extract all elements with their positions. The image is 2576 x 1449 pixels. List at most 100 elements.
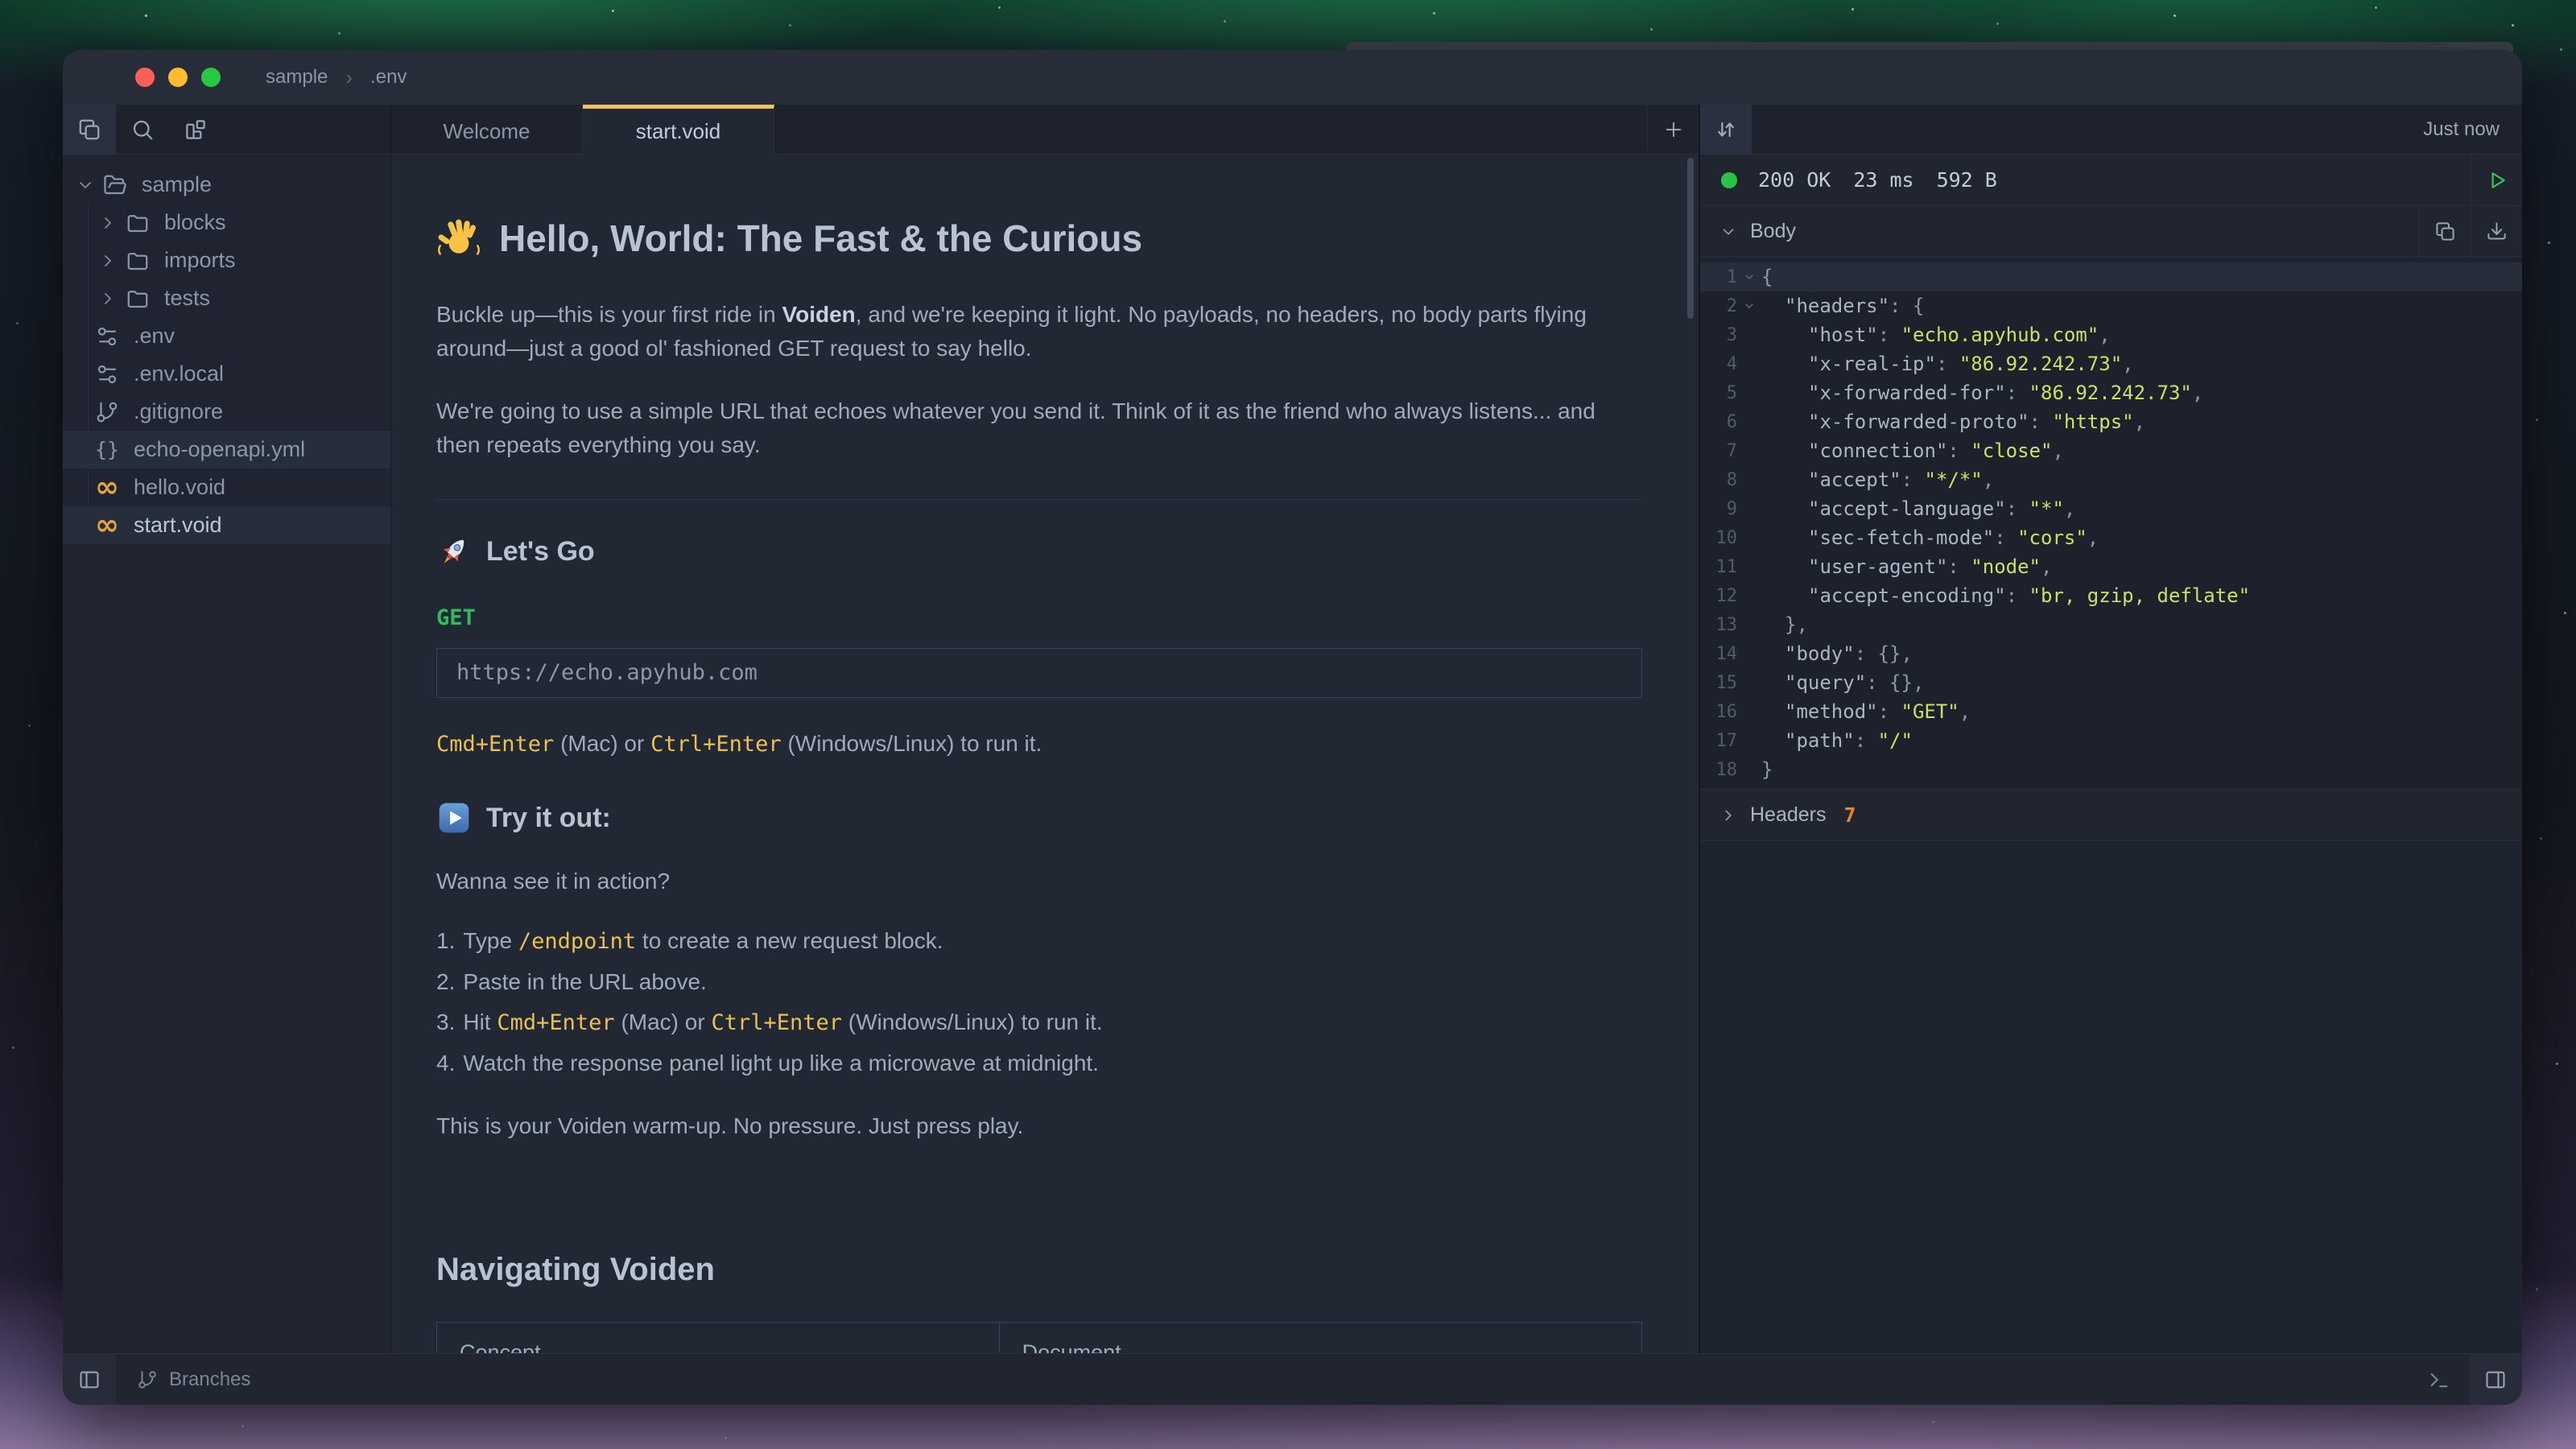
sidebar-left-icon [78, 1368, 101, 1391]
code-text: "connection": "close", [1761, 440, 2064, 462]
text-run: (Mac) or [554, 731, 650, 756]
line-number: 13 [1700, 615, 1737, 635]
code-text: "sec-fetch-mode": "cors", [1761, 526, 2099, 549]
tree-item--gitignore[interactable]: .gitignore [63, 393, 390, 431]
step-2: 2. Paste in the URL above. [436, 965, 1642, 999]
chevron-down-icon[interactable] [76, 175, 95, 195]
chevron-right-icon[interactable] [98, 213, 118, 233]
tree-item--env[interactable]: .env [63, 317, 390, 355]
toggle-right-panel-button[interactable] [2469, 1354, 2522, 1405]
step-text: Paste in the URL above. [463, 965, 706, 999]
tree-item--env-local[interactable]: .env.local [63, 355, 390, 393]
files-icon [77, 118, 101, 142]
table-header-concept: Concept [437, 1323, 1000, 1354]
run-request-button[interactable] [2471, 155, 2522, 205]
request-url-value: https://echo.apyhub.com [456, 656, 758, 690]
terminal-button[interactable] [2409, 1354, 2469, 1405]
waving-hand-emoji-icon [436, 216, 481, 261]
text-run: Paste in the URL above. [463, 969, 706, 994]
response-timestamp: Just now [2423, 118, 2522, 141]
line-number: 14 [1700, 644, 1737, 664]
tabbar-spacer [774, 105, 1647, 154]
headers-section-header[interactable]: Headers 7 [1700, 790, 2522, 841]
doc-paragraph-2: We're going to use a simple URL that ech… [436, 394, 1642, 462]
fold-toggle-icon[interactable] [1737, 270, 1761, 283]
tab-start-void[interactable]: start.void [583, 105, 774, 155]
code-text: }, [1761, 613, 1808, 636]
activity-blocks-button[interactable] [169, 105, 222, 154]
response-empty-area [1700, 841, 2522, 1353]
sliders-icon [95, 324, 119, 349]
tree-item-label: start.void [134, 513, 222, 538]
request-url-field[interactable]: https://echo.apyhub.com [436, 648, 1642, 698]
swap-panels-button[interactable] [1700, 105, 1752, 154]
code-text: { [1761, 266, 1773, 288]
activity-bar [63, 105, 390, 155]
tree-item-hello-void[interactable]: ∞hello.void [63, 469, 390, 506]
download-icon [2486, 221, 2508, 242]
tree-item-imports[interactable]: imports [63, 242, 390, 279]
copy-body-button[interactable] [2419, 206, 2471, 257]
text-run: (Mac) or [615, 1009, 712, 1034]
code-line-15: 15"query": {}, [1700, 668, 2522, 697]
response-body-code[interactable]: 1{2"headers": {3"host": "echo.apyhub.com… [1700, 258, 2522, 790]
chevron-right-icon[interactable] [98, 251, 118, 270]
lets-go-heading: Let's Go [436, 534, 1642, 569]
tree-item-tests[interactable]: tests [63, 279, 390, 317]
chevron-right-icon[interactable] [98, 289, 118, 308]
status-time: 23 ms [1853, 168, 1913, 192]
tree-item-sample[interactable]: sample [63, 166, 390, 204]
sliders-icon [95, 362, 119, 386]
text-run: to create a new request block. [636, 928, 943, 953]
tree-item-label: hello.void [134, 475, 225, 500]
close-window-button[interactable] [135, 68, 155, 87]
branches-button[interactable]: Branches [137, 1354, 250, 1405]
sort-arrows-icon [1715, 118, 1737, 141]
code-text: "headers": { [1761, 295, 1924, 317]
line-number: 15 [1700, 673, 1737, 693]
inline-code: Ctrl+Enter [711, 1010, 842, 1035]
tree-item-label: blocks [164, 210, 226, 235]
body-section-header[interactable]: Body [1700, 206, 2522, 258]
code-text: "x-forwarded-for": "86.92.242.73", [1761, 382, 2203, 404]
wanna-see-text: Wanna see it in action? [436, 865, 1642, 898]
editor-scrollbar-thumb[interactable] [1687, 158, 1694, 319]
text-run: Type [463, 928, 518, 953]
activity-files-button[interactable] [63, 105, 116, 154]
tree-item-start-void[interactable]: ∞start.void [63, 506, 390, 544]
editor-pane: Welcomestart.void [390, 105, 1699, 1353]
code-text: "accept-language": "*", [1761, 497, 2075, 520]
download-body-button[interactable] [2471, 206, 2522, 257]
zoom-window-button[interactable] [201, 68, 221, 87]
line-number: 8 [1700, 470, 1737, 490]
status-code: 200 OK [1758, 168, 1831, 192]
document-editor[interactable]: Hello, World: The Fast & the Curious Buc… [391, 155, 1699, 1353]
code-text: "path": "/" [1761, 729, 1913, 752]
blocks-icon [184, 118, 208, 142]
tree-item-blocks[interactable]: blocks [63, 204, 390, 242]
code-text: "accept-encoding": "br, gzip, deflate" [1761, 584, 2250, 607]
code-line-3: 3"host": "echo.apyhub.com", [1700, 320, 2522, 349]
branches-label: Branches [169, 1368, 250, 1391]
breadcrumb-file[interactable]: .env [370, 66, 407, 89]
toggle-sidebar-button[interactable] [63, 1354, 116, 1405]
step-number: 4. [436, 1046, 455, 1080]
headers-count-badge: 7 [1844, 803, 1856, 827]
new-tab-button[interactable] [1647, 105, 1699, 154]
minimize-window-button[interactable] [168, 68, 188, 87]
tree-item-label: tests [164, 286, 210, 311]
step-number: 2. [436, 965, 455, 999]
tree-item-echo-openapi-yml[interactable]: {}echo-openapi.yml [63, 431, 390, 469]
line-number: 2 [1700, 296, 1737, 316]
line-number: 5 [1700, 383, 1737, 403]
line-number: 6 [1700, 412, 1737, 432]
terminal-icon [2428, 1368, 2450, 1391]
tab-welcome[interactable]: Welcome [391, 105, 583, 154]
tree-item-label: sample [142, 172, 212, 197]
step-3: 3.Hit Cmd+Enter (Mac) or Ctrl+Enter (Win… [436, 1005, 1642, 1040]
lets-go-heading-text: Let's Go [486, 535, 595, 568]
titlebar[interactable]: sample › .env [63, 50, 2522, 105]
activity-search-button[interactable] [116, 105, 169, 154]
breadcrumb-project[interactable]: sample [266, 66, 328, 89]
fold-toggle-icon[interactable] [1737, 299, 1761, 312]
